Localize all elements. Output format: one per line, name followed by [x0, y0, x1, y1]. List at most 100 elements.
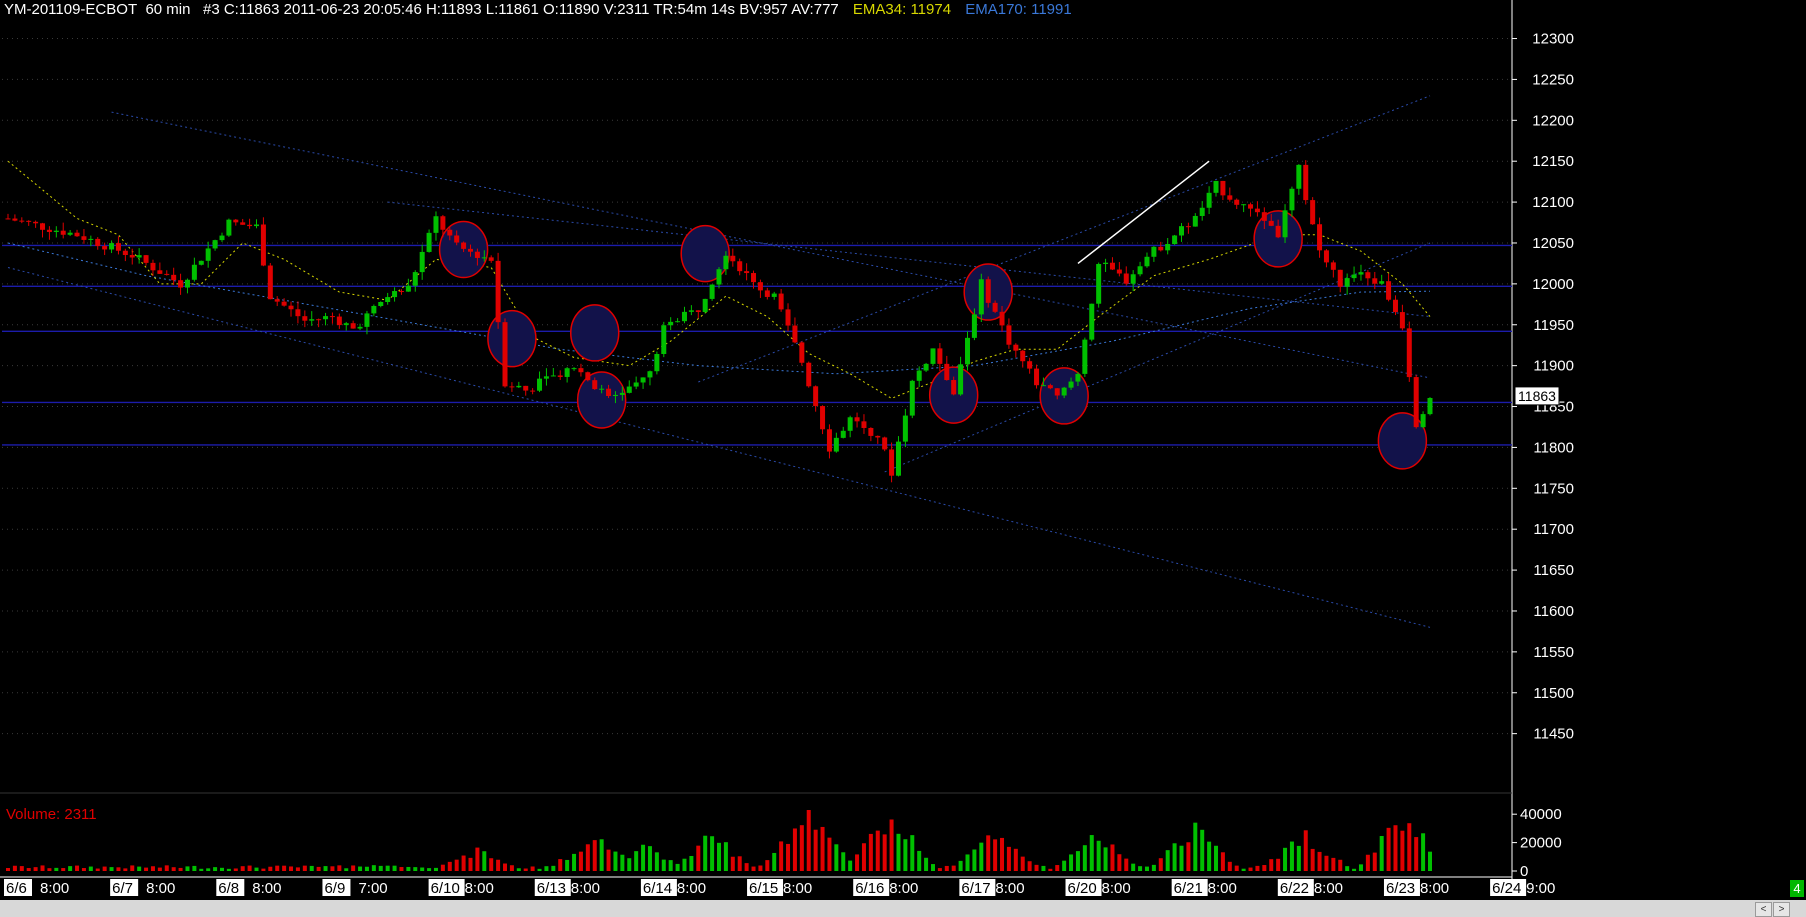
volume-bar	[1089, 835, 1094, 871]
candle-body	[709, 284, 715, 299]
candle-body	[440, 216, 446, 230]
volume-bar	[1248, 867, 1253, 871]
volume-bar	[647, 846, 652, 871]
date-label: 6/16	[855, 880, 884, 897]
candle-body	[1137, 266, 1143, 275]
candle-body	[357, 326, 363, 329]
volume-bar	[585, 844, 590, 871]
candle-body	[523, 385, 529, 391]
volume-bar	[489, 858, 494, 871]
candle-body	[1282, 210, 1288, 238]
candle-body	[1413, 377, 1419, 428]
candle-body	[67, 232, 73, 235]
candle-body	[426, 232, 432, 252]
volume-bar	[1069, 854, 1074, 871]
volume-bar	[1117, 854, 1122, 871]
date-label: 6/8	[218, 880, 239, 897]
volume-bar	[986, 835, 991, 871]
volume-bar	[171, 867, 176, 871]
candle-body	[840, 430, 846, 438]
time-label: 8:00	[995, 880, 1024, 897]
candle-body	[53, 230, 59, 232]
volume-bar	[150, 866, 155, 871]
time-label: 9:00	[1526, 880, 1555, 897]
date-label: 6/23	[1386, 880, 1415, 897]
volume-bar	[689, 855, 694, 871]
volume-bar	[641, 844, 646, 871]
volume-bar	[1158, 858, 1163, 871]
candle-body	[937, 348, 943, 364]
volume-bar	[233, 868, 238, 871]
volume-bar	[1214, 845, 1219, 871]
time-label: 8:00	[571, 880, 600, 897]
volume-bar	[337, 865, 342, 871]
horizontal-scrollbar[interactable]: < >	[0, 900, 1806, 917]
volume-bar	[1027, 861, 1032, 871]
volume-bar	[1082, 845, 1087, 871]
candle-body	[60, 230, 66, 235]
candle-body	[433, 216, 439, 233]
last-price-label: 11863	[1518, 388, 1556, 404]
volume-bar	[226, 868, 231, 871]
candle-body	[371, 305, 377, 314]
volume-bar	[1075, 851, 1080, 871]
candle-body	[516, 385, 522, 388]
volume-bar	[848, 860, 853, 871]
time-label: 8:00	[889, 880, 918, 897]
volume-bar	[1000, 837, 1005, 871]
symbol-label: YM-201109-ECBOT	[4, 1, 138, 18]
volume-bar	[792, 828, 797, 871]
volume-bar	[309, 865, 314, 871]
volume-bar	[1193, 822, 1198, 871]
volume-bar	[26, 868, 31, 871]
candle-body	[716, 269, 722, 285]
candle-body	[164, 273, 170, 275]
volume-bar	[779, 841, 784, 871]
volume-bar	[282, 865, 287, 871]
bar-info: #3 C:11863 2011-06-23 20:05:46 H:11893 L…	[203, 1, 839, 18]
scroll-left-icon[interactable]: <	[1755, 902, 1772, 917]
candle-body	[323, 316, 329, 320]
candle-body	[1158, 246, 1164, 251]
candle-body	[26, 220, 32, 222]
candle-body	[364, 313, 370, 327]
status-badge[interactable]: 4	[1790, 880, 1804, 897]
volume-bar	[81, 868, 86, 871]
volume-bar	[627, 858, 632, 871]
candle-body	[530, 390, 536, 392]
candle-body	[688, 310, 694, 312]
volume-bar	[447, 861, 452, 871]
price-chart: 12300 12250 12200 12150 12100 12050 12000 11950…	[0, 0, 1574, 897]
candle-body	[136, 255, 142, 258]
volume-bar	[744, 863, 749, 871]
volume-bar	[275, 865, 280, 871]
volume-bar	[668, 860, 673, 871]
candle-body	[1027, 361, 1033, 369]
volume-bar	[1365, 854, 1370, 871]
candle-body	[302, 316, 308, 321]
volume-bar	[544, 866, 549, 871]
candle-body	[606, 388, 612, 397]
candle-body	[619, 392, 625, 395]
candle-body	[1392, 299, 1398, 313]
candle-body	[916, 370, 922, 381]
candle-body	[102, 246, 108, 250]
candle-body	[909, 380, 915, 416]
volume-bar	[1241, 868, 1246, 871]
candle-body	[882, 437, 888, 450]
candle-body	[461, 242, 467, 249]
scroll-right-icon[interactable]: >	[1773, 902, 1790, 917]
volume-bar	[1283, 847, 1288, 871]
volume-bar	[358, 866, 363, 871]
candle-body	[785, 309, 791, 326]
volume-bar	[820, 826, 825, 871]
volume-bar	[993, 839, 998, 871]
candle-body	[247, 224, 253, 227]
highlight-circle	[680, 224, 730, 283]
volume-bar	[951, 865, 956, 871]
volume-bar	[1034, 864, 1039, 871]
candle-body	[1047, 385, 1053, 389]
candle-body	[1054, 388, 1060, 396]
volume-bar	[937, 868, 942, 871]
candle-body	[723, 255, 729, 270]
